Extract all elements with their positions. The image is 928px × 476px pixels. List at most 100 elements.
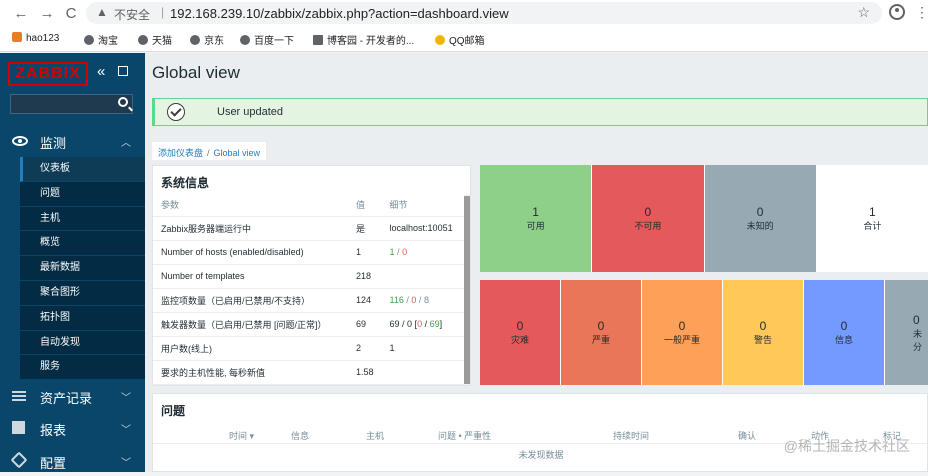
- table-row: 监控项数量（已启用/已禁用/不支持） 124 116 / 0 / 8: [153, 288, 465, 313]
- success-message-text: User updated: [217, 106, 284, 118]
- bookmark-tmall[interactable]: 天猫: [138, 32, 172, 47]
- host-availability-widget: 1 可用 0 不可用 0 未知的 1 合计: [480, 165, 928, 272]
- submenu-item-problems[interactable]: 问题: [20, 181, 145, 207]
- table-row: 用户数(线上) 2 1: [153, 336, 465, 361]
- column-header-duration: 持续时间: [613, 431, 650, 441]
- scrollbar-thumb[interactable]: [464, 196, 470, 384]
- detail-cell: 116 / 0 / 8: [381, 288, 465, 313]
- bookmark-taobao[interactable]: 淘宝: [84, 32, 118, 47]
- breadcrumb-separator: /: [207, 148, 210, 158]
- value-cell: 2: [348, 336, 382, 361]
- table-header-row: 参数 值 细节: [153, 194, 465, 217]
- bookmark-jd[interactable]: 京东: [190, 32, 224, 47]
- table-row: Number of hosts (enabled/disabled) 1 1 /…: [153, 240, 465, 265]
- back-button[interactable]: ←: [12, 5, 30, 23]
- reload-button[interactable]: C: [62, 5, 80, 23]
- table-row: 触发器数量（已启用/已禁用 [问题/正常]） 69 69 / 0 [0 / 69…: [153, 312, 465, 337]
- detail-cell: 69 / 0 [0 / 69]: [381, 312, 465, 337]
- bookmarks-bar: hao123 淘宝 天猫 京东 百度一下 博客园 - 开发者的... QQ邮箱: [0, 28, 928, 50]
- bookmark-cnblogs[interactable]: 博客园 - 开发者的...: [313, 32, 414, 47]
- severity-information[interactable]: 0 信息: [804, 280, 884, 385]
- breadcrumb-dashboards[interactable]: 添加仪表盘: [158, 148, 203, 158]
- url-text[interactable]: 192.168.239.10/zabbix/zabbix.php?action=…: [170, 6, 509, 21]
- globe-icon: [190, 35, 200, 45]
- kiosk-mode-icon[interactable]: [118, 66, 128, 76]
- forward-button[interactable]: →: [38, 5, 56, 23]
- submenu-item-maps[interactable]: 拓扑图: [20, 305, 145, 331]
- detail-bracket: ]: [439, 319, 443, 329]
- detail-enabled-disabled: 69 / 0 [: [389, 319, 418, 329]
- wrench-icon: [10, 451, 28, 469]
- severity-label: 信息: [834, 335, 853, 345]
- submenu-item-services[interactable]: 服务: [20, 355, 145, 381]
- host-status-label: 可用: [526, 221, 545, 231]
- host-status-unavailable[interactable]: 0 不可用: [592, 165, 704, 272]
- search-icon[interactable]: [118, 97, 128, 107]
- watermark: @稀土掘金技术社区: [783, 438, 910, 454]
- sidebar: ZABBIX « 监测 ︿ 仪表板 问题 主机 概览 最新数据 聚合图形 拓扑图…: [0, 53, 145, 472]
- menu-icon[interactable]: ⋮: [915, 4, 928, 21]
- menu-inventory[interactable]: 资产记录 ﹀: [0, 381, 145, 411]
- breadcrumb-global-view[interactable]: Global view: [214, 148, 261, 158]
- severity-disaster[interactable]: 0 灾难: [480, 280, 560, 385]
- menu-configuration-label: 配置: [40, 456, 67, 471]
- column-header-problem-severity: 问题 • 严重性: [438, 431, 492, 441]
- severity-label: 警告: [753, 335, 772, 345]
- submenu-item-latest-data[interactable]: 最新数据: [20, 256, 145, 281]
- submenu-item-overview[interactable]: 概览: [20, 231, 145, 257]
- browser-chrome: ← → C ▲ 不安全 | 192.168.239.10/zabbix/zabb…: [0, 0, 928, 52]
- host-status-unknown[interactable]: 0 未知的: [704, 165, 816, 272]
- bookmark-star-icon[interactable]: ☆: [857, 4, 870, 21]
- detail-cell: localhost:10051: [381, 216, 465, 241]
- host-status-total[interactable]: 1 合计: [816, 165, 928, 272]
- hao123-icon: [12, 32, 22, 42]
- host-status-label: 不可用: [634, 221, 662, 231]
- success-message: User updated: [152, 98, 928, 126]
- severity-average[interactable]: 0 一般严重: [642, 280, 722, 385]
- detail-enabled: 116: [389, 295, 404, 305]
- menu-inventory-label: 资产记录: [40, 391, 93, 406]
- submenu-item-hosts[interactable]: 主机: [20, 206, 145, 232]
- search-input[interactable]: [11, 95, 111, 113]
- bookmark-qqmail[interactable]: QQ邮箱: [435, 32, 485, 47]
- host-status-available[interactable]: 1 可用: [480, 165, 592, 272]
- column-header-ack: 确认: [738, 431, 757, 441]
- value-cell: 1.58: [348, 360, 382, 385]
- detail-separator: /: [416, 295, 424, 305]
- submenu-item-discovery[interactable]: 自动发现: [20, 330, 145, 356]
- bookmark-baidu[interactable]: 百度一下: [240, 32, 294, 47]
- table-row: Number of templates 218: [153, 264, 465, 289]
- zabbix-logo[interactable]: ZABBIX: [8, 62, 88, 86]
- table-row: 要求的主机性能, 每秒新值 1.58: [153, 360, 465, 385]
- severity-not-classified[interactable]: 0 未分: [885, 280, 928, 385]
- column-header-time[interactable]: 时间 ▾: [229, 429, 254, 442]
- value-cell: 1: [348, 240, 382, 265]
- menu-monitoring[interactable]: 监测 ︿: [0, 126, 145, 156]
- blog-icon: [313, 35, 323, 45]
- value-cell: 69: [348, 312, 382, 337]
- severity-warning[interactable]: 0 警告: [723, 280, 803, 385]
- check-icon: [167, 103, 185, 121]
- collapse-sidebar-icon[interactable]: «: [97, 63, 105, 80]
- severity-label: 严重: [591, 335, 610, 345]
- detail-ok: 69: [429, 319, 440, 329]
- severity-high[interactable]: 0 严重: [561, 280, 641, 385]
- column-header-value: 值: [348, 194, 382, 217]
- profile-icon[interactable]: [889, 4, 905, 20]
- search-field[interactable]: [10, 94, 133, 114]
- submenu-item-dashboard[interactable]: 仪表板: [20, 157, 145, 182]
- host-status-label: 合计: [863, 221, 882, 231]
- globe-icon: [138, 35, 148, 45]
- submenu-item-screens[interactable]: 聚合图形: [20, 280, 145, 306]
- monitoring-submenu: 仪表板 问题 主机 概览 最新数据 聚合图形 拓扑图 自动发现 服务: [20, 157, 145, 381]
- page-title: Global view: [152, 63, 240, 82]
- insecure-label: 不安全: [114, 8, 151, 22]
- chevron-up-icon: ︿: [121, 138, 131, 149]
- table-row: Zabbix服务器端运行中 是 localhost:10051: [153, 216, 465, 241]
- menu-reports[interactable]: 报表 ﹀: [0, 413, 145, 443]
- severity-count: 0: [516, 319, 524, 333]
- bookmark-hao123[interactable]: hao123: [12, 32, 59, 44]
- address-bar[interactable]: ▲ 不安全 | 192.168.239.10/zabbix/zabbix.php…: [86, 2, 882, 24]
- value-cell: 是: [348, 216, 382, 241]
- host-status-label: 未知的: [746, 221, 774, 231]
